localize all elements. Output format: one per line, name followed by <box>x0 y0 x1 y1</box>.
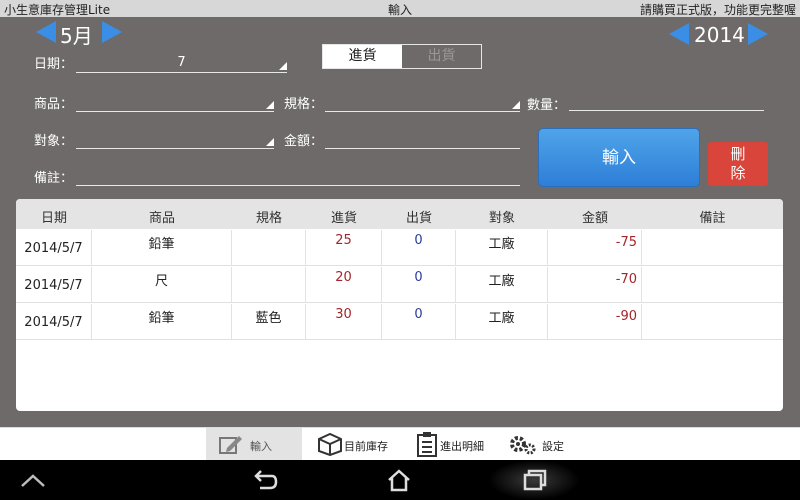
date-value: 7 <box>177 55 186 70</box>
next-month-arrow-icon[interactable] <box>102 21 122 43</box>
cell-product: 鉛筆 <box>148 237 175 252</box>
table-row[interactable]: 2014/5/7 鉛筆 藍色 30 0 工廠 -90 <box>16 304 783 340</box>
tab-stock-label: 目前庫存 <box>344 440 388 453</box>
table-header: 日期 商品 規格 進貨 出貨 對象 金額 備註 <box>16 199 783 229</box>
party-field[interactable] <box>76 131 274 149</box>
gears-icon <box>510 436 536 455</box>
header-spec: 規格 <box>255 211 282 226</box>
product-label: 商品： <box>34 97 74 112</box>
next-year-arrow-icon[interactable] <box>748 23 768 45</box>
cell-in: 20 <box>335 270 352 285</box>
clipboard-icon <box>417 432 437 457</box>
cell-product: 鉛筆 <box>148 311 175 326</box>
cell-date: 2014/5/7 <box>24 241 83 256</box>
note-field[interactable] <box>76 168 520 186</box>
cell-amount: -90 <box>615 309 637 324</box>
cell-out: 0 <box>414 233 423 248</box>
header-out: 出貨 <box>405 211 432 226</box>
delete-button-label: 刪除 <box>730 145 746 182</box>
delete-button[interactable]: 刪除 <box>708 142 768 186</box>
date-field[interactable]: 7 <box>76 55 287 73</box>
cell-amount: -70 <box>615 272 637 287</box>
cell-in: 25 <box>335 233 352 248</box>
dropdown-corner-icon <box>266 101 274 109</box>
upgrade-promo[interactable]: 請購買正式版，功能更完整喔 <box>640 1 796 18</box>
spec-label: 規格： <box>284 97 324 112</box>
cell-out: 0 <box>414 307 423 322</box>
note-label: 備註： <box>34 171 74 186</box>
header-date: 日期 <box>40 211 67 226</box>
recent-apps-icon[interactable] <box>522 468 548 492</box>
bottom-tab-bar: 輸入 目前庫存 進出明細 設定 <box>0 427 800 461</box>
cell-out: 0 <box>414 270 423 285</box>
hide-keyboard-icon[interactable] <box>20 470 46 490</box>
prev-month-arrow-icon[interactable] <box>36 21 56 43</box>
qty-label: 數量： <box>527 98 567 113</box>
title-bar: 小生意庫存管理Lite 輸入 請購買正式版，功能更完整喔 <box>0 0 800 17</box>
product-field[interactable] <box>76 94 274 112</box>
tab-input[interactable]: 輸入 <box>206 428 302 461</box>
header-note: 備註 <box>699 211 726 226</box>
dropdown-corner-icon <box>279 62 287 70</box>
in-out-toggle: 進貨 出貨 <box>322 44 482 69</box>
tab-settings-label: 設定 <box>542 440 564 453</box>
box-icon <box>318 432 342 456</box>
table-row[interactable]: 2014/5/7 鉛筆 25 0 工廠 -75 <box>16 230 783 266</box>
tab-stock[interactable]: 目前庫存 <box>312 428 402 461</box>
cell-party: 工廠 <box>488 274 515 289</box>
header-in: 進貨 <box>330 211 357 226</box>
toggle-in[interactable]: 進貨 <box>323 45 402 68</box>
qty-field[interactable] <box>569 93 764 111</box>
dropdown-corner-icon <box>512 101 520 109</box>
cell-product: 尺 <box>154 274 168 289</box>
header-amount: 金額 <box>581 211 608 226</box>
home-icon[interactable] <box>386 468 412 492</box>
cell-in: 30 <box>335 307 352 322</box>
cell-date: 2014/5/7 <box>24 278 83 293</box>
cell-amount: -75 <box>615 235 637 250</box>
amount-label: 金額： <box>284 134 324 149</box>
input-button[interactable]: 輸入 <box>538 128 700 187</box>
prev-year-arrow-icon[interactable] <box>669 23 689 45</box>
edit-icon <box>219 436 242 454</box>
tab-input-label: 輸入 <box>250 440 272 453</box>
amount-field[interactable] <box>325 131 520 149</box>
spec-field[interactable] <box>325 94 520 112</box>
toggle-out[interactable]: 出貨 <box>402 45 481 68</box>
cell-date: 2014/5/7 <box>24 315 83 330</box>
year-label: 2014 <box>694 23 745 47</box>
party-label: 對象： <box>34 134 74 149</box>
tab-settings[interactable]: 設定 <box>506 428 576 461</box>
records-table: 日期 商品 規格 進貨 出貨 對象 金額 備註 2014/5/7 鉛筆 25 0… <box>16 199 783 411</box>
cell-party: 工廠 <box>488 311 515 326</box>
tab-details[interactable]: 進出明細 <box>412 428 500 461</box>
cell-party: 工廠 <box>488 237 515 252</box>
table-row[interactable]: 2014/5/7 尺 20 0 工廠 -70 <box>16 267 783 303</box>
month-label: 5月 <box>60 24 93 48</box>
cell-spec: 藍色 <box>255 311 282 326</box>
header-product: 商品 <box>148 211 175 226</box>
header-party: 對象 <box>488 211 515 226</box>
back-icon[interactable] <box>252 468 278 492</box>
system-nav-bar <box>0 460 800 500</box>
date-label: 日期： <box>34 57 74 72</box>
tab-details-label: 進出明細 <box>440 440 484 453</box>
dropdown-corner-icon <box>266 138 274 146</box>
